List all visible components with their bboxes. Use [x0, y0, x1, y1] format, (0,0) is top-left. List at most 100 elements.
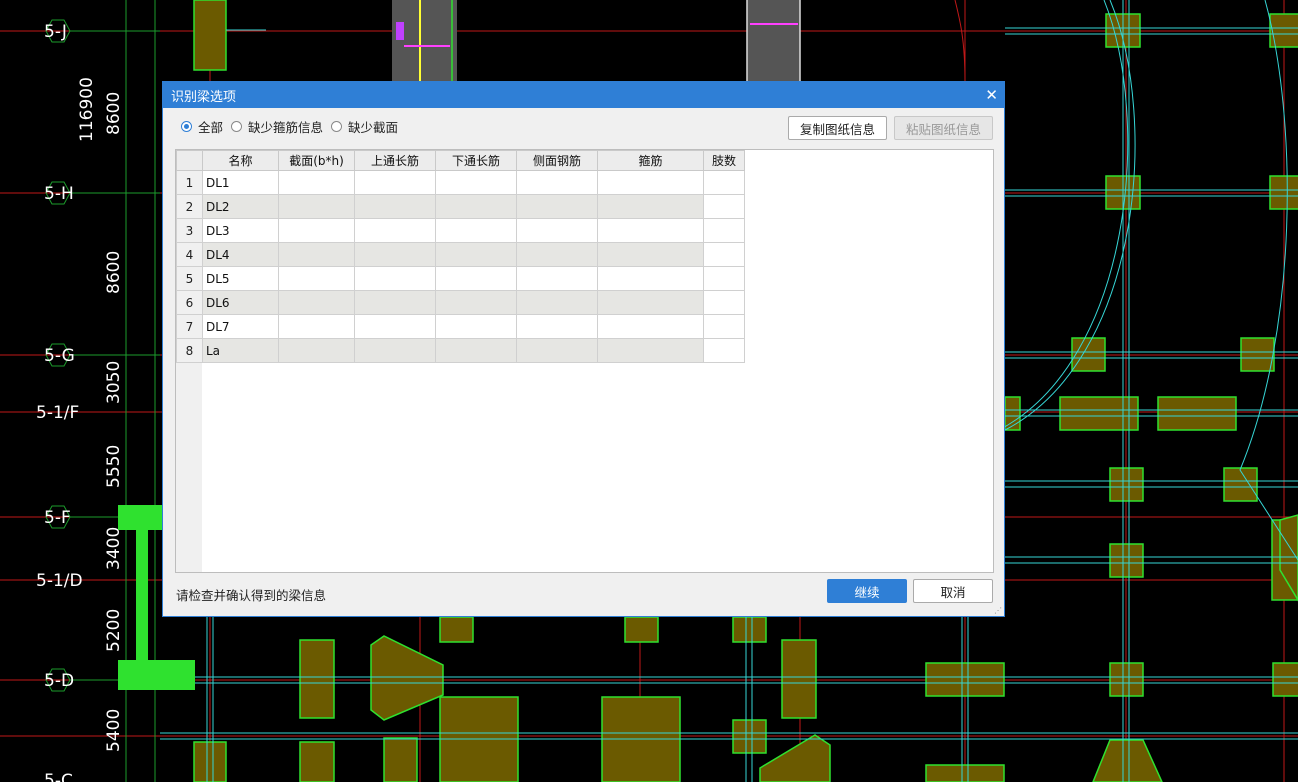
cell-stirrup[interactable]	[597, 314, 704, 339]
cell-name[interactable]: La	[202, 338, 279, 363]
cell-bottom-rebar[interactable]	[435, 314, 517, 339]
radio-all[interactable]: 全部	[181, 117, 223, 136]
cell-top-rebar[interactable]	[354, 218, 436, 243]
radio-missing-section[interactable]: 缺少截面	[331, 117, 398, 136]
cell-legs[interactable]	[703, 242, 745, 267]
cell-bottom-rebar[interactable]	[435, 338, 517, 363]
table-row[interactable]: 6 DL6	[176, 290, 745, 315]
cell-side-rebar[interactable]	[516, 266, 598, 291]
column-header-stirrup[interactable]: 箍筋	[597, 150, 704, 171]
cancel-button[interactable]: 取消	[913, 579, 993, 603]
cell-side-rebar[interactable]	[516, 314, 598, 339]
cell-top-rebar[interactable]	[354, 242, 436, 267]
cell-stirrup[interactable]	[597, 218, 704, 243]
cell-section[interactable]	[278, 194, 355, 219]
cell-top-rebar[interactable]	[354, 338, 436, 363]
table-row[interactable]: 3 DL3	[176, 218, 745, 243]
axis-label-5h: 5-H	[44, 184, 74, 204]
cell-stirrup[interactable]	[597, 338, 704, 363]
cell-bottom-rebar[interactable]	[435, 290, 517, 315]
cell-side-rebar[interactable]	[516, 290, 598, 315]
cell-top-rebar[interactable]	[354, 170, 436, 195]
table-row[interactable]: 7 DL7	[176, 314, 745, 339]
resize-grip-icon[interactable]: ⋰	[994, 606, 1002, 615]
paste-drawing-info-button[interactable]: 粘贴图纸信息	[894, 116, 993, 140]
cell-stirrup[interactable]	[597, 266, 704, 291]
cell-top-rebar[interactable]	[354, 266, 436, 291]
cell-name[interactable]: DL3	[202, 218, 279, 243]
cell-legs[interactable]	[703, 266, 745, 291]
corner-cell	[176, 150, 203, 171]
cell-name[interactable]: DL7	[202, 314, 279, 339]
axis-label-5c: 5-C	[44, 771, 73, 782]
cell-name[interactable]: DL5	[202, 266, 279, 291]
row-number: 5	[176, 266, 203, 291]
cell-name[interactable]: DL4	[202, 242, 279, 267]
dimension-label: 5550	[104, 445, 124, 488]
column-header-legs[interactable]: 肢数	[703, 150, 745, 171]
cell-section[interactable]	[278, 290, 355, 315]
dialog-titlebar[interactable]: 识别梁选项 ✕	[163, 82, 1004, 108]
cell-bottom-rebar[interactable]	[435, 218, 517, 243]
cell-side-rebar[interactable]	[516, 170, 598, 195]
column-header-side-rebar[interactable]: 侧面钢筋	[516, 150, 598, 171]
continue-button[interactable]: 继续	[827, 579, 907, 603]
table-row[interactable]: 2 DL2	[176, 194, 745, 219]
cell-bottom-rebar[interactable]	[435, 194, 517, 219]
cell-name[interactable]: DL2	[202, 194, 279, 219]
cell-name[interactable]: DL6	[202, 290, 279, 315]
cell-section[interactable]	[278, 242, 355, 267]
cell-top-rebar[interactable]	[354, 194, 436, 219]
table-row[interactable]: 1 DL1	[176, 170, 745, 195]
cell-section[interactable]	[278, 170, 355, 195]
cell-legs[interactable]	[703, 170, 745, 195]
cell-bottom-rebar[interactable]	[435, 170, 517, 195]
cell-bottom-rebar[interactable]	[435, 266, 517, 291]
cell-stirrup[interactable]	[597, 290, 704, 315]
close-icon[interactable]: ✕	[985, 87, 998, 103]
dimension-label: 3400	[104, 527, 124, 570]
row-number: 1	[176, 170, 203, 195]
cell-stirrup[interactable]	[597, 194, 704, 219]
radio-circle-icon	[181, 121, 192, 132]
cell-top-rebar[interactable]	[354, 290, 436, 315]
dimension-label: 5400	[104, 709, 124, 752]
recognize-beam-options-dialog: 识别梁选项 ✕ 全部 缺少箍筋信息 缺少截面 复制图纸信息 粘贴图纸信息 名称 …	[162, 81, 1005, 617]
cell-top-rebar[interactable]	[354, 314, 436, 339]
cell-bottom-rebar[interactable]	[435, 242, 517, 267]
cell-section[interactable]	[278, 314, 355, 339]
cell-stirrup[interactable]	[597, 170, 704, 195]
table-row[interactable]: 5 DL5	[176, 266, 745, 291]
cell-side-rebar[interactable]	[516, 338, 598, 363]
radio-label: 缺少箍筋信息	[248, 120, 324, 135]
cell-legs[interactable]	[703, 194, 745, 219]
cell-legs[interactable]	[703, 338, 745, 363]
cell-legs[interactable]	[703, 218, 745, 243]
copy-drawing-info-button[interactable]: 复制图纸信息	[788, 116, 887, 140]
radio-circle-icon	[331, 121, 343, 132]
dialog-title: 识别梁选项	[171, 89, 237, 105]
cell-stirrup[interactable]	[597, 242, 704, 267]
cell-name[interactable]: DL1	[202, 170, 279, 195]
cell-legs[interactable]	[703, 314, 745, 339]
table-row[interactable]: 8 La	[176, 338, 745, 363]
column-header-top-rebar[interactable]: 上通长筋	[354, 150, 436, 171]
axis-label-5d: 5-D	[44, 671, 74, 691]
column-header-section[interactable]: 截面(b*h)	[278, 150, 355, 171]
cell-side-rebar[interactable]	[516, 194, 598, 219]
cell-side-rebar[interactable]	[516, 218, 598, 243]
status-text: 请检查并确认得到的梁信息	[176, 588, 327, 603]
table-row[interactable]: 4 DL4	[176, 242, 745, 267]
axis-label-5-1d: 5-1/D	[36, 571, 83, 591]
cell-side-rebar[interactable]	[516, 242, 598, 267]
beam-table: 名称 截面(b*h) 上通长筋 下通长筋 侧面钢筋 箍筋 肢数 1 DL1 2	[176, 150, 745, 363]
cell-section[interactable]	[278, 338, 355, 363]
radio-missing-stirrup[interactable]: 缺少箍筋信息	[231, 117, 323, 136]
cell-section[interactable]	[278, 218, 355, 243]
cell-section[interactable]	[278, 266, 355, 291]
dimension-label: 3050	[104, 361, 124, 404]
column-header-bottom-rebar[interactable]: 下通长筋	[435, 150, 517, 171]
row-number: 7	[176, 314, 203, 339]
column-header-name[interactable]: 名称	[202, 150, 279, 171]
cell-legs[interactable]	[703, 290, 745, 315]
